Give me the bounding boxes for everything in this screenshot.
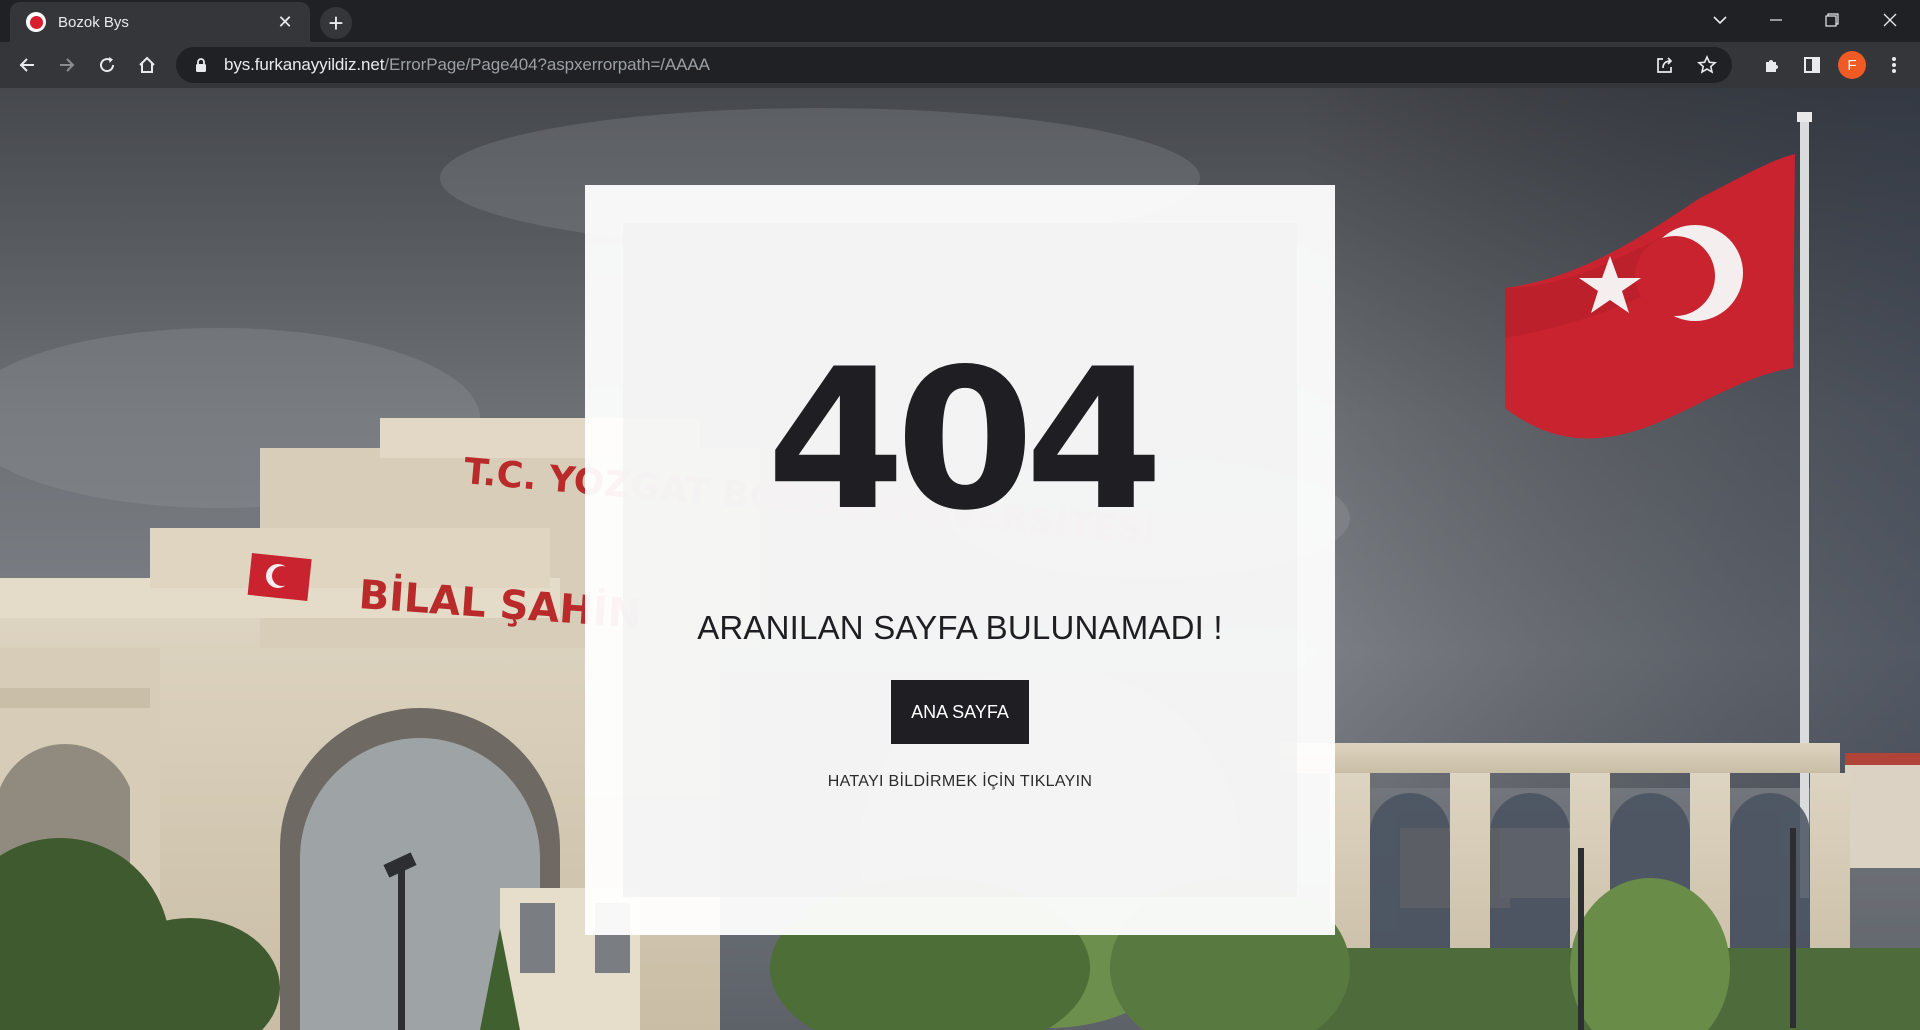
url-text[interactable]: bys.furkanayyildiz.net/ErrorPage/Page404… — [224, 55, 710, 75]
chevron-down-icon[interactable] — [1692, 0, 1748, 40]
favicon-icon — [26, 12, 46, 32]
address-bar[interactable]: bys.furkanayyildiz.net/ErrorPage/Page404… — [176, 47, 1732, 83]
browser-toolbar: bys.furkanayyildiz.net/ErrorPage/Page404… — [0, 42, 1920, 88]
tab-strip: Bozok Bys ✕ + — [0, 0, 1920, 42]
report-error-link[interactable]: HATAYI BİLDİRMEK İÇİN TIKLAYIN — [623, 773, 1297, 791]
puzzle-icon[interactable] — [1756, 49, 1788, 81]
back-arrow-icon[interactable] — [11, 49, 43, 81]
page-viewport: T.C. YOZGAT BOZOK ÜNİVERSİTESİ BİLAL ŞAH… — [0, 88, 1920, 1030]
lock-icon[interactable] — [192, 56, 210, 74]
side-panel-icon[interactable] — [1796, 49, 1828, 81]
forward-arrow-icon[interactable] — [51, 49, 83, 81]
share-icon[interactable] — [1650, 50, 1680, 80]
tab-title: Bozok Bys — [58, 13, 129, 31]
avatar[interactable]: F — [1838, 51, 1866, 79]
url-path: /ErrorPage/Page404?aspxerrorpath=/AAAA — [384, 55, 710, 74]
browser-tab[interactable]: Bozok Bys ✕ — [10, 2, 310, 42]
minimize-icon[interactable] — [1748, 0, 1804, 40]
close-icon[interactable]: ✕ — [274, 11, 296, 33]
home-icon[interactable] — [131, 49, 163, 81]
reload-icon[interactable] — [91, 49, 123, 81]
url-host: bys.furkanayyildiz.net — [224, 55, 385, 74]
restore-icon[interactable] — [1804, 0, 1860, 40]
error-message: ARANILAN SAYFA BULUNAMADI ! — [697, 609, 1223, 646]
more-vert-icon[interactable] — [1878, 49, 1910, 81]
error-card: 404 ARANILAN SAYFA BULUNAMADI ! ANA SAYF… — [585, 185, 1335, 935]
error-code: 404 — [766, 327, 1163, 554]
star-icon[interactable] — [1692, 50, 1722, 80]
error-card-inner: 404 ARANILAN SAYFA BULUNAMADI ! ANA SAYF… — [623, 223, 1297, 897]
plus-icon[interactable]: + — [320, 7, 352, 39]
close-window-icon[interactable] — [1862, 0, 1918, 40]
home-button[interactable]: ANA SAYFA — [891, 680, 1029, 744]
